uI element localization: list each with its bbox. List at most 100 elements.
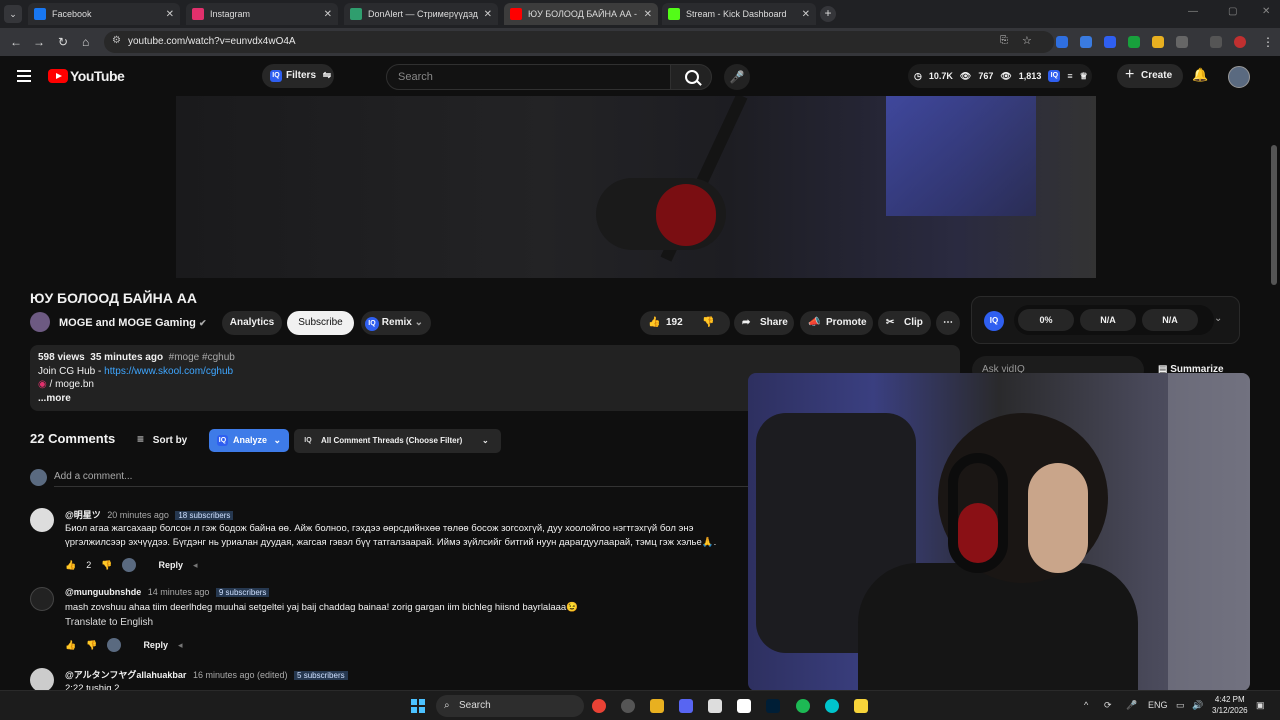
chevron-down-icon[interactable]: ⌄ <box>1214 313 1222 324</box>
vidiq-reply-icon[interactable]: ◂ <box>178 640 183 651</box>
extension-icon[interactable] <box>1152 36 1164 48</box>
mic-icon[interactable]: 🎤 <box>724 64 750 90</box>
folder-icon[interactable] <box>650 699 664 713</box>
remix-button[interactable]: IQ Remix ⌄ <box>361 311 431 335</box>
chevron-up-icon[interactable]: ^ <box>1084 700 1088 710</box>
taskbar-search[interactable]: ⌕ Search <box>436 695 584 717</box>
promote-button[interactable]: 📣 Promote <box>800 311 873 335</box>
reading-list-icon[interactable] <box>1210 36 1222 48</box>
profile-icon[interactable] <box>1234 36 1246 48</box>
commenter-avatar[interactable] <box>30 668 54 690</box>
sort-by-button[interactable]: ≡ Sort by <box>137 432 187 446</box>
chrome-icon[interactable] <box>592 699 606 713</box>
extension-icon[interactable] <box>1056 36 1068 48</box>
tab-donalert[interactable]: DonAlert — Стримерүүдэд зор ✕ <box>344 3 498 25</box>
canva-icon[interactable] <box>825 699 839 713</box>
thumbs-down-icon[interactable]: 👎 <box>86 640 97 651</box>
comment-time[interactable]: 14 minutes ago <box>148 587 210 597</box>
channel-avatar[interactable] <box>30 312 50 332</box>
vidiq-extension-icon[interactable] <box>1104 36 1116 48</box>
analytics-button[interactable]: Analytics <box>222 311 282 335</box>
vidiq-stats[interactable]: ◷ 10.7K 👁 767 👁 1,813 IQ ≡ ♕ <box>908 64 1092 88</box>
filters-button[interactable]: IQ Filters ⇋ <box>262 64 334 88</box>
spotify-icon[interactable] <box>796 699 810 713</box>
extensions-puzzle-icon[interactable] <box>1176 36 1188 48</box>
translate-link[interactable]: Translate to English <box>65 617 153 628</box>
home-icon[interactable]: ⌂ <box>82 35 89 49</box>
language-indicator[interactable]: ENG <box>1148 700 1168 710</box>
close-window-icon[interactable]: ✕ <box>1262 6 1270 17</box>
share-button[interactable]: ➦ Share <box>734 311 794 335</box>
avatar[interactable] <box>1228 66 1250 88</box>
subscribe-button[interactable]: Subscribe <box>287 311 354 335</box>
vidiq-reply-icon[interactable]: ◂ <box>193 560 198 571</box>
add-comment-input[interactable]: Add a comment... <box>54 471 132 482</box>
create-button[interactable]: Create <box>1117 63 1183 88</box>
notification-center-icon[interactable]: ▣ <box>1256 700 1265 711</box>
thumbs-up-icon[interactable]: 👍 <box>65 640 76 651</box>
maximize-icon[interactable]: ▢ <box>1228 6 1237 17</box>
commenter-avatar[interactable] <box>30 508 54 532</box>
search-input[interactable]: Search <box>386 64 672 90</box>
tab-youtube[interactable]: ЮУ БОЛООД БАЙНА АА - You ✕ <box>504 3 658 25</box>
hashtags[interactable]: #moge #cghub <box>169 352 235 363</box>
youtube-logo-icon[interactable] <box>48 69 68 83</box>
reply-button[interactable]: Reply <box>143 640 168 650</box>
close-icon[interactable]: ✕ <box>324 9 332 20</box>
minimize-icon[interactable]: — <box>1188 6 1198 17</box>
menu-icon[interactable] <box>17 70 31 82</box>
kebab-menu-icon[interactable]: ⋮ <box>1262 35 1274 49</box>
url-field[interactable]: ⚙ youtube.com/watch?v=eunvdx4wO4A ⎘ ☆ <box>104 31 1054 53</box>
close-icon[interactable]: ✕ <box>802 9 810 20</box>
close-icon[interactable]: ✕ <box>484 9 492 20</box>
comment-author[interactable]: @munguubnshde <box>65 587 141 597</box>
thumbs-up-icon[interactable]: 👍 <box>65 560 76 571</box>
network-icon[interactable]: ▭ <box>1176 700 1185 711</box>
comment-time[interactable]: 20 minutes ago <box>107 510 169 520</box>
forward-icon[interactable]: → <box>33 35 45 49</box>
photoshop-icon[interactable] <box>766 699 780 713</box>
commenter-avatar[interactable] <box>30 587 54 611</box>
windows-start-icon[interactable] <box>411 699 425 713</box>
comment-author[interactable]: @明星ツ <box>65 510 101 520</box>
close-icon[interactable]: ✕ <box>166 9 174 20</box>
capcut-icon[interactable] <box>708 699 722 713</box>
new-tab-button[interactable]: + <box>820 6 836 22</box>
tray-sync-icon[interactable]: ⟳ <box>1104 700 1112 711</box>
reload-icon[interactable]: ↻ <box>58 35 68 49</box>
clip-button[interactable]: ✂ Clip <box>878 311 931 335</box>
sticky-notes-icon[interactable] <box>854 699 868 713</box>
bookmark-star-icon[interactable]: ☆ <box>1022 34 1032 47</box>
comment-author[interactable]: @アルタンフヤグallahuakbar <box>65 670 186 680</box>
install-icon[interactable]: ⎘ <box>1000 35 1008 46</box>
obs-icon[interactable] <box>621 699 635 713</box>
comment-filter-select[interactable]: IQ All Comment Threads (Choose Filter) ⌄ <box>294 429 501 453</box>
search-button[interactable] <box>670 64 712 90</box>
tab-kick[interactable]: Stream - Kick Dashboard ✕ <box>662 3 816 25</box>
reply-button[interactable]: Reply <box>158 560 183 570</box>
scrollbar-thumb[interactable] <box>1271 145 1277 285</box>
analyze-button[interactable]: IQ Analyze ⌄ <box>209 429 289 452</box>
tray-mic-icon[interactable]: 🎤 <box>1126 700 1137 711</box>
description-link[interactable]: https://www.skool.com/cghub <box>104 366 233 377</box>
close-icon[interactable]: ✕ <box>644 9 652 20</box>
taskbar-clock[interactable]: 4:42 PM 3/12/2026 <box>1212 694 1248 716</box>
notifications-bell-icon[interactable]: 🔔 <box>1192 67 1208 83</box>
discord-icon[interactable] <box>679 699 693 713</box>
site-info-icon[interactable]: ⚙ <box>112 35 121 46</box>
like-button[interactable]: 👍 192 👎 <box>640 311 730 335</box>
more-actions-button[interactable]: ⋯ <box>936 311 960 335</box>
tab-instagram[interactable]: Instagram ✕ <box>186 3 338 25</box>
thumbs-down-icon[interactable]: 👎 <box>101 560 112 571</box>
channel-name[interactable]: MOGE and MOGE Gaming ✔ <box>59 317 207 329</box>
back-icon[interactable]: ← <box>10 35 22 49</box>
youtube-logo-text[interactable]: YouTube <box>70 68 125 84</box>
comment-time[interactable]: 16 minutes ago (edited) <box>193 670 288 680</box>
download-icon[interactable] <box>1128 36 1140 48</box>
tab-search-button[interactable]: ⌄ <box>4 5 22 23</box>
notion-icon[interactable] <box>737 699 751 713</box>
thumbs-down-icon[interactable]: 👎 <box>702 311 714 335</box>
extension-icon[interactable] <box>1080 36 1092 48</box>
volume-icon[interactable]: 🔊 <box>1192 700 1203 711</box>
video-player[interactable] <box>176 96 1096 278</box>
